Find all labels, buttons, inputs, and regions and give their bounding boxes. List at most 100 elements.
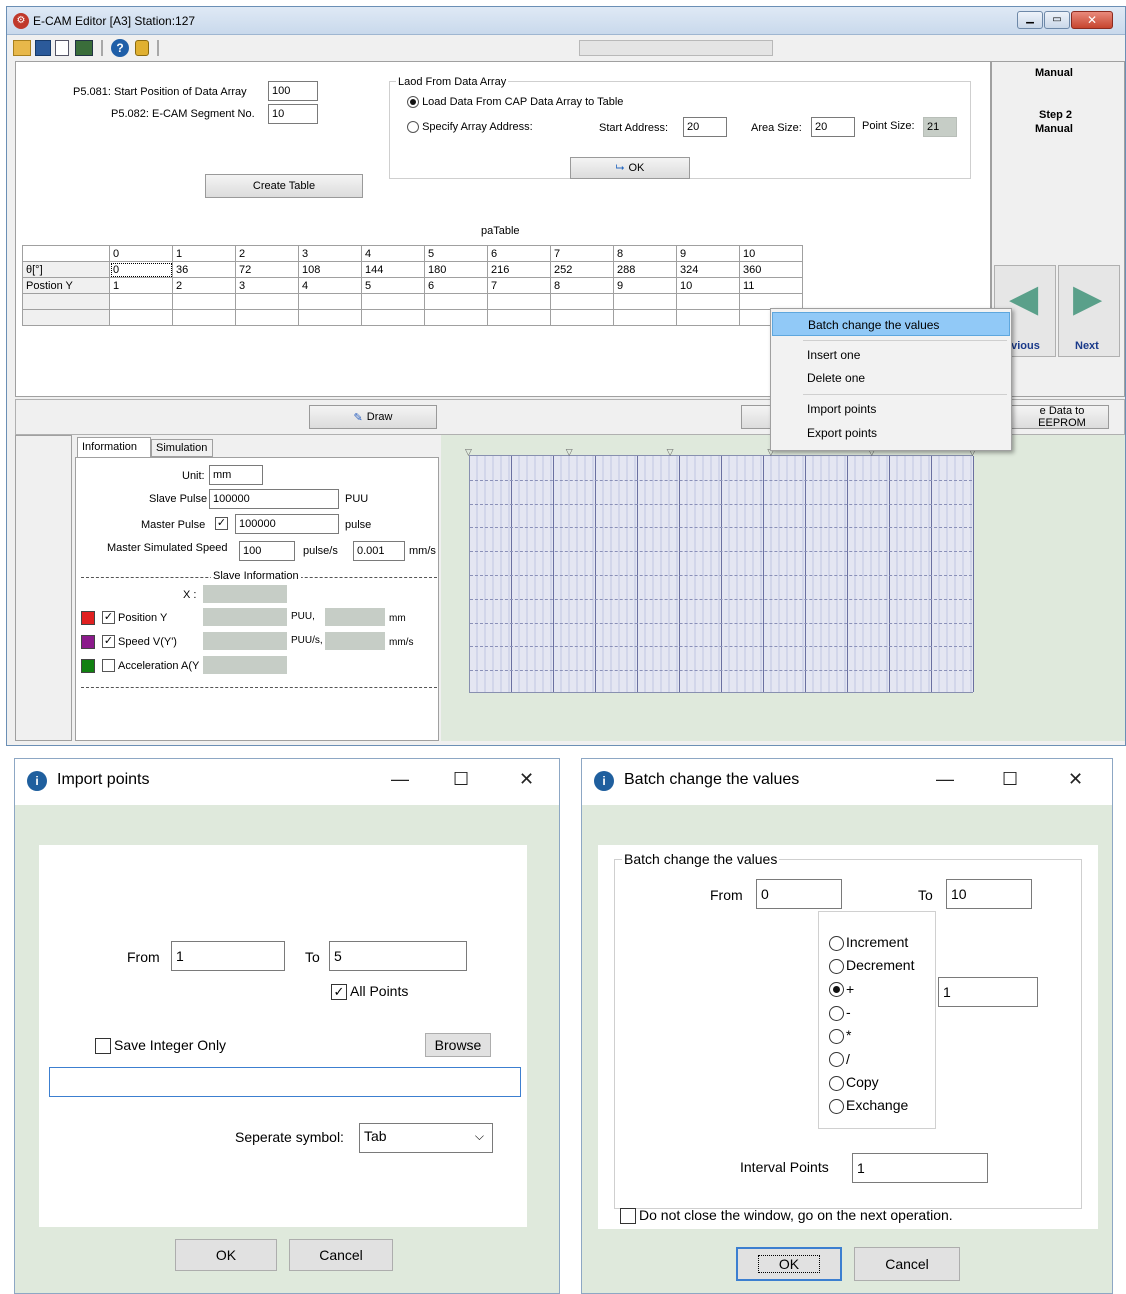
table-cell[interactable]: 4 (298, 277, 362, 294)
table-cell[interactable]: 180 (424, 261, 488, 278)
hidden-button[interactable] (741, 405, 771, 429)
menu-item-batch-change[interactable]: Batch change the values (772, 312, 1010, 336)
tab-simulation[interactable]: Simulation (151, 439, 213, 457)
menu-item-delete-one[interactable]: Delete one (772, 366, 1010, 390)
table-cell[interactable]: 11 (739, 277, 803, 294)
batch-to-input[interactable] (946, 879, 1032, 909)
table-cell[interactable] (361, 309, 425, 326)
master-speed-mm-input[interactable] (353, 541, 405, 561)
load-ok-button[interactable]: ⮡ OK (570, 157, 690, 179)
close-icon[interactable]: ✕ (1068, 769, 1083, 790)
column-header[interactable]: 0 (109, 245, 173, 262)
unit-input[interactable] (209, 465, 263, 485)
create-table-button[interactable]: Create Table (205, 174, 363, 198)
accel-checkbox[interactable] (102, 659, 115, 672)
export-icon[interactable] (75, 40, 93, 56)
file-path-input[interactable] (49, 1067, 521, 1097)
table-cell[interactable] (109, 309, 173, 326)
table-cell[interactable]: 252 (550, 261, 614, 278)
column-header[interactable]: 7 (550, 245, 614, 262)
position-y-checkbox[interactable]: ✓ (102, 611, 115, 624)
import-cancel-button[interactable]: Cancel (289, 1239, 393, 1271)
table-cell[interactable] (298, 309, 362, 326)
table-cell[interactable] (298, 293, 362, 310)
operation-radio-option[interactable]: Increment (829, 934, 908, 951)
column-header[interactable]: 4 (361, 245, 425, 262)
operation-radio-option[interactable]: * (829, 1027, 851, 1044)
load-cap-radio[interactable]: Load Data From CAP Data Array to Table (407, 96, 623, 109)
operation-radio-option[interactable]: Decrement (829, 957, 914, 975)
table-cell[interactable] (613, 309, 677, 326)
lock-icon[interactable] (135, 40, 149, 56)
save-integer-checkbox[interactable]: Save Integer Only (95, 1037, 226, 1055)
table-cell[interactable]: 8 (550, 277, 614, 294)
minimize-button[interactable]: ▁ (1017, 11, 1043, 29)
table-cell[interactable]: 1 (109, 277, 173, 294)
table-cell[interactable] (361, 293, 425, 310)
batch-ok-button[interactable]: OK (736, 1247, 842, 1281)
table-cell[interactable] (676, 293, 740, 310)
table-cell[interactable]: 324 (676, 261, 740, 278)
batch-cancel-button[interactable]: Cancel (854, 1247, 960, 1281)
next-button[interactable]: ▶ Next (1058, 265, 1120, 357)
table-cell[interactable] (550, 309, 614, 326)
operation-amount-input[interactable] (938, 977, 1038, 1007)
column-header[interactable]: 3 (298, 245, 362, 262)
maximize-button[interactable]: ▭ (1044, 11, 1070, 29)
table-cell[interactable] (550, 293, 614, 310)
separate-symbol-select[interactable]: Tab ⌵ (359, 1123, 493, 1153)
close-icon[interactable]: ✕ (519, 769, 534, 790)
save-icon[interactable] (35, 40, 51, 56)
table-cell[interactable]: 9 (613, 277, 677, 294)
maximize-icon[interactable]: ☐ (453, 769, 469, 790)
menu-item-insert-one[interactable]: Insert one (772, 343, 1010, 367)
operation-radio-option[interactable]: - (829, 1004, 851, 1021)
table-cell[interactable] (424, 293, 488, 310)
table-cell[interactable]: 2 (172, 277, 236, 294)
master-pulse-input[interactable] (235, 514, 339, 534)
table-cell[interactable]: 144 (361, 261, 425, 278)
speed-checkbox[interactable]: ✓ (102, 635, 115, 648)
interval-points-input[interactable] (852, 1153, 988, 1183)
table-cell[interactable] (487, 293, 551, 310)
chart-marker-icon[interactable]: ▽ (667, 447, 674, 458)
table-cell[interactable]: 36 (172, 261, 236, 278)
close-button[interactable]: ✕ (1071, 11, 1113, 29)
table-cell[interactable] (235, 309, 299, 326)
p5082-input[interactable] (268, 104, 318, 124)
column-header[interactable]: 1 (172, 245, 236, 262)
help-icon[interactable]: ? (111, 39, 129, 57)
operation-radio-option[interactable]: Exchange (829, 1097, 908, 1114)
column-header[interactable]: 9 (676, 245, 740, 262)
table-cell[interactable]: 72 (235, 261, 299, 278)
batch-from-input[interactable] (756, 879, 842, 909)
table-cell[interactable]: 6 (424, 277, 488, 294)
import-to-input[interactable] (329, 941, 467, 971)
table-cell[interactable] (235, 293, 299, 310)
draw-button[interactable]: ✎ Draw (309, 405, 437, 429)
menu-item-import-points[interactable]: Import points (772, 397, 1010, 421)
open-folder-icon[interactable] (13, 40, 31, 56)
document-icon[interactable] (55, 40, 69, 56)
table-cell[interactable] (487, 309, 551, 326)
operation-radio-option[interactable]: + (829, 981, 854, 998)
table-cell[interactable]: 3 (235, 277, 299, 294)
master-pulse-checkbox[interactable]: ✓ (215, 517, 228, 530)
maximize-icon[interactable]: ☐ (1002, 769, 1018, 790)
operation-radio-option[interactable]: / (829, 1051, 850, 1068)
table-cell[interactable] (424, 309, 488, 326)
column-header[interactable]: 6 (487, 245, 551, 262)
start-address-input[interactable] (683, 117, 727, 137)
slave-pulse-input[interactable] (209, 489, 339, 509)
table-cell[interactable]: 360 (739, 261, 803, 278)
chart-marker-icon[interactable]: ▽ (465, 447, 472, 458)
chart-marker-icon[interactable]: ▽ (566, 447, 573, 458)
table-cell[interactable]: 216 (487, 261, 551, 278)
master-speed-input[interactable] (239, 541, 295, 561)
table-cell[interactable]: 7 (487, 277, 551, 294)
table-cell[interactable]: 5 (361, 277, 425, 294)
menu-item-export-points[interactable]: Export points (772, 421, 1010, 445)
import-from-input[interactable] (171, 941, 285, 971)
table-cell[interactable] (613, 293, 677, 310)
column-header[interactable]: 5 (424, 245, 488, 262)
